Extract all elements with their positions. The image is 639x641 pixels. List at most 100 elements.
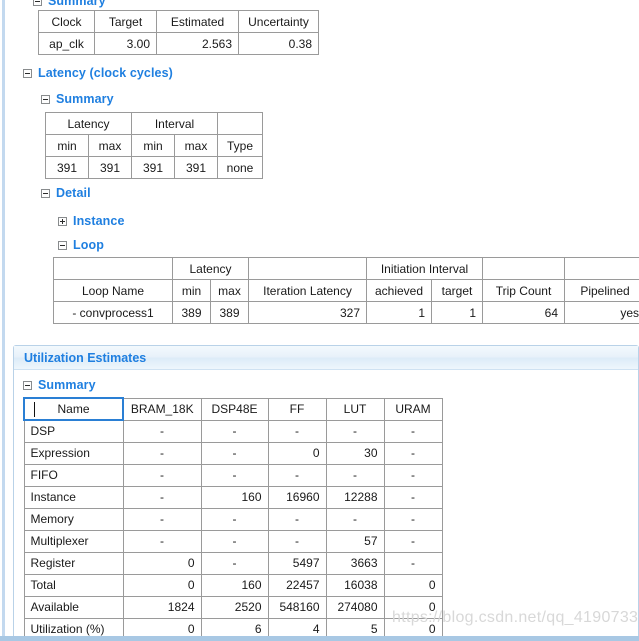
latency-section-label: Latency (clock cycles) [38, 66, 173, 80]
table-row[interactable]: Instance -160 16960 12288- [23, 485, 443, 509]
latency-loop-heading[interactable]: Loop [58, 238, 104, 252]
col-pipelined: Pipelined [564, 279, 639, 302]
col-ff: FF [267, 397, 327, 421]
latency-summary-table: Latency Interval min max min max Type 39… [45, 112, 264, 179]
cell-pipelined: yes [564, 301, 639, 324]
latency-instance-heading[interactable]: Instance [58, 214, 125, 228]
col-uncertainty: Uncertainty [238, 10, 319, 33]
cell-dsp48e: - [200, 551, 269, 575]
table-header-row: min max min max Type [45, 134, 264, 157]
cell-resource-name: Register [23, 551, 124, 575]
table-row[interactable]: - convprocess1 389 389 327 1 1 64 yes [53, 301, 639, 324]
group-blank-pipe [564, 257, 639, 280]
cell-latency-min: 391 [45, 156, 89, 179]
cell-dsp48e: 2520 [200, 595, 269, 619]
col-loop-name: Loop Name [53, 279, 173, 302]
table-row[interactable]: Total 0 160 22457 16038 0 [23, 573, 443, 597]
col-iteration-latency: Iteration Latency [248, 279, 367, 302]
table-header-row: Loop Name min max Iteration Latency achi… [53, 279, 639, 302]
table-group-header-row: Latency Interval [45, 112, 264, 135]
group-interval: Interval [130, 112, 219, 135]
utilization-summary-heading[interactable]: Summary [23, 378, 96, 392]
table-row[interactable]: DSP - - - - - [23, 419, 443, 443]
table-row[interactable]: Multiplexer - - -57- [23, 529, 443, 553]
name-header-cell[interactable]: Name [23, 397, 124, 421]
cell-resource-name: Available [23, 595, 124, 619]
cell-lut: 57 [325, 529, 385, 553]
table-row[interactable]: Register 0-5497 3663- [23, 551, 443, 575]
cell-trip-count: 64 [482, 301, 566, 324]
group-blank-trip [482, 257, 566, 280]
cell-clock: ap_clk [38, 32, 95, 55]
collapse-toggle-icon[interactable] [58, 240, 67, 250]
utilization-summary-table: Name BRAM_18K DSP48E FF LUT URAM DSP - - - -… [23, 397, 443, 641]
cell-dsp48e: - [200, 463, 269, 487]
cell-target: 3.00 [94, 32, 157, 55]
cell-bram18k: 0 [122, 551, 202, 575]
cell-dsp48e: 160 [200, 573, 269, 597]
col-loop-lat-max: max [210, 279, 249, 302]
table-row[interactable]: ap_clk 3.00 2.563 0.38 [38, 32, 319, 55]
col-trip-count: Trip Count [482, 279, 566, 302]
cell-ff: 16960 [267, 485, 327, 509]
cell-resource-name: Multiplexer [23, 529, 124, 553]
col-loop-lat-min: min [172, 279, 211, 302]
cell-lut: 3663 [325, 551, 385, 575]
utilization-panel-title-bar: Utilization Estimates [14, 346, 638, 370]
cell-resource-name: Instance [23, 485, 124, 509]
col-latency-max: max [88, 134, 132, 157]
cell-uram: - [383, 463, 443, 487]
cell-ii-target: 1 [430, 301, 484, 324]
cell-uncertainty: 0.38 [238, 32, 319, 55]
cell-uram: - [383, 419, 443, 443]
latency-section-heading[interactable]: Latency (clock cycles) [23, 66, 173, 80]
table-row[interactable]: Available 1824 2520 548160 274080 0 [23, 595, 443, 619]
cell-lut: - [325, 463, 385, 487]
table-row[interactable]: Memory - - - - - [23, 507, 443, 531]
col-lut: LUT [325, 397, 385, 421]
cell-ff: 0 [267, 441, 327, 465]
collapse-toggle-icon[interactable] [23, 380, 32, 390]
table-header-row: Name BRAM_18K DSP48E FF LUT URAM [23, 397, 443, 421]
left-accent-strip-inner [0, 0, 2, 641]
cell-loop-lat-min: 389 [172, 301, 211, 324]
collapse-toggle-icon[interactable] [33, 0, 42, 6]
cell-interval-min: 391 [131, 156, 175, 179]
left-accent-strip [0, 0, 5, 641]
horizontal-scrollbar[interactable] [0, 636, 639, 641]
cell-lut: 274080 [325, 595, 385, 619]
cell-bram18k: - [122, 441, 202, 465]
cell-bram18k: 0 [122, 573, 202, 597]
table-row[interactable]: FIFO - - - - - [23, 463, 443, 487]
col-latency-min: min [45, 134, 89, 157]
latency-detail-heading[interactable]: Detail [41, 186, 91, 200]
cell-interval-max: 391 [173, 156, 219, 179]
cell-ff: - [267, 419, 327, 443]
latency-summary-heading[interactable]: Summary [41, 92, 114, 106]
col-estimated: Estimated [156, 10, 239, 33]
cell-bram18k: 1824 [122, 595, 202, 619]
latency-loop-label: Loop [73, 238, 104, 252]
cell-ff: 22457 [267, 573, 327, 597]
cell-lut: 16038 [325, 573, 385, 597]
cell-resource-name: Expression [23, 441, 124, 465]
collapse-toggle-icon[interactable] [41, 94, 50, 104]
timing-summary-heading[interactable]: Summary [33, 0, 106, 8]
latency-loop-table: Latency Initiation Interval Loop Name mi… [53, 257, 639, 324]
utilization-panel-title: Utilization Estimates [24, 350, 147, 365]
collapse-toggle-icon[interactable] [23, 68, 32, 78]
cell-estimated: 2.563 [156, 32, 239, 55]
cell-ff: - [267, 507, 327, 531]
cell-resource-name: Memory [23, 507, 124, 531]
table-row[interactable]: 391 391 391 391 none [45, 156, 264, 179]
table-row[interactable]: Expression - -0 30- [23, 441, 443, 465]
scrollbar-thumb[interactable] [0, 637, 639, 641]
col-clock: Clock [38, 10, 95, 33]
collapse-toggle-icon[interactable] [41, 188, 50, 198]
col-bram18k: BRAM_18K [122, 397, 202, 421]
col-ii-target: target [430, 279, 484, 302]
cell-uram: - [383, 485, 443, 509]
latency-detail-label: Detail [56, 186, 91, 200]
expand-toggle-icon[interactable] [58, 216, 67, 226]
name-header-label: Name [57, 402, 90, 416]
